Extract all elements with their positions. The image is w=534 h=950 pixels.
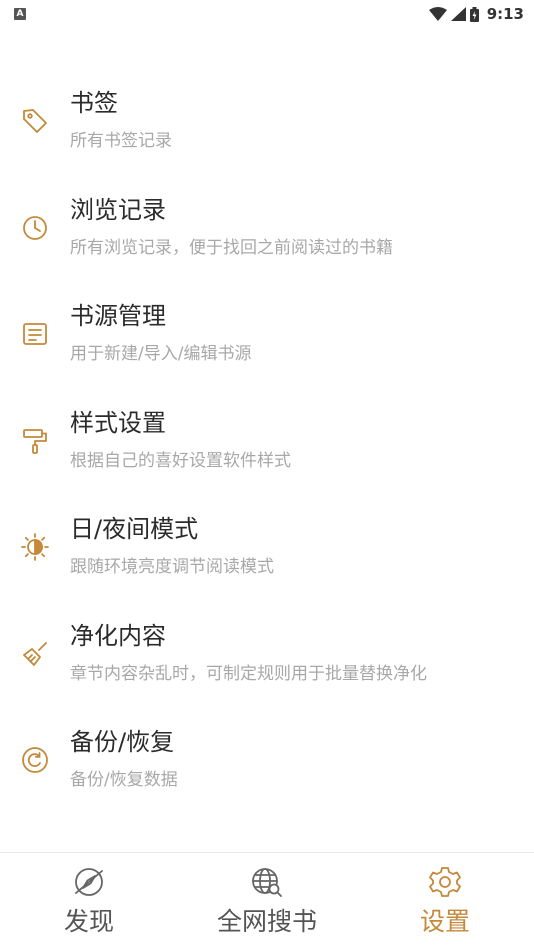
setting-item-purify[interactable]: 净化内容 章节内容杂乱时，可制定规则用于批量替换净化 (0, 617, 534, 724)
setting-title: 书源管理 (70, 302, 166, 330)
gear-icon (428, 865, 462, 899)
tag-icon (20, 106, 50, 136)
signal-icon (450, 7, 466, 21)
nav-label: 发现 (63, 907, 114, 936)
brightness-icon (20, 532, 50, 562)
document-icon (20, 319, 50, 349)
nav-label: 设置 (419, 907, 470, 936)
setting-title: 净化内容 (70, 621, 166, 650)
setting-title: 书签 (70, 89, 118, 117)
setting-item-book-sources[interactable]: 书源管理 用于新建/导入/编辑书源 (0, 297, 534, 404)
setting-subtitle: 用于新建/导入/编辑书源 (70, 344, 252, 364)
broom-icon (20, 639, 50, 669)
setting-item-history[interactable]: 浏览记录 所有浏览记录，便于找回之前阅读过的书籍 (0, 191, 534, 298)
setting-subtitle: 根据自己的喜好设置软件样式 (70, 450, 291, 471)
setting-subtitle: 跟随环境亮度调节阅读模式 (70, 557, 274, 577)
setting-subtitle: 章节内容杂乱时，可制定规则用于批量替换净化 (70, 663, 427, 684)
setting-title: 备份/恢复 (70, 728, 175, 756)
nav-global-search[interactable]: 全网搜书 (178, 853, 356, 950)
wifi-icon (428, 7, 447, 21)
setting-subtitle: 所有浏览记录，便于找回之前阅读过的书籍 (70, 237, 393, 258)
restore-icon (20, 745, 50, 775)
clock-icon (20, 213, 50, 243)
setting-item-style[interactable]: 样式设置 根据自己的喜好设置软件样式 (0, 404, 534, 511)
status-bar: A 9:13 (0, 0, 534, 28)
battery-icon (469, 6, 479, 22)
setting-item-bookmarks[interactable]: 书签 所有书签记录 (0, 84, 534, 191)
clock-time: 9:13 (486, 5, 524, 23)
bottom-nav: 发现 全网搜书 设置 (0, 852, 534, 950)
setting-subtitle: 所有书签记录 (70, 131, 172, 151)
notification-icon: A (14, 8, 26, 20)
globe-search-icon (250, 865, 284, 899)
settings-list: 书签 所有书签记录 浏览记录 所有浏览记录，便于找回之前阅读过的书籍 书源管理 … (0, 84, 534, 832)
nav-discover[interactable]: 发现 (0, 853, 178, 950)
compass-icon (72, 865, 106, 899)
setting-title: 样式设置 (70, 408, 166, 437)
setting-title: 日/夜间模式 (70, 515, 199, 543)
nav-label: 全网搜书 (216, 907, 317, 936)
setting-subtitle: 备份/恢复数据 (70, 770, 178, 790)
setting-item-backup-restore[interactable]: 备份/恢复 备份/恢复数据 (0, 723, 534, 830)
setting-item-day-night[interactable]: 日/夜间模式 跟随环境亮度调节阅读模式 (0, 510, 534, 617)
nav-settings[interactable]: 设置 (356, 853, 534, 950)
paint-roller-icon (20, 426, 50, 456)
settings-screen: A 9:13 书签 所有书签记录 浏览记录 所有浏览记录，便于找回之前阅读过的书… (0, 0, 534, 950)
setting-title: 浏览记录 (70, 195, 166, 224)
